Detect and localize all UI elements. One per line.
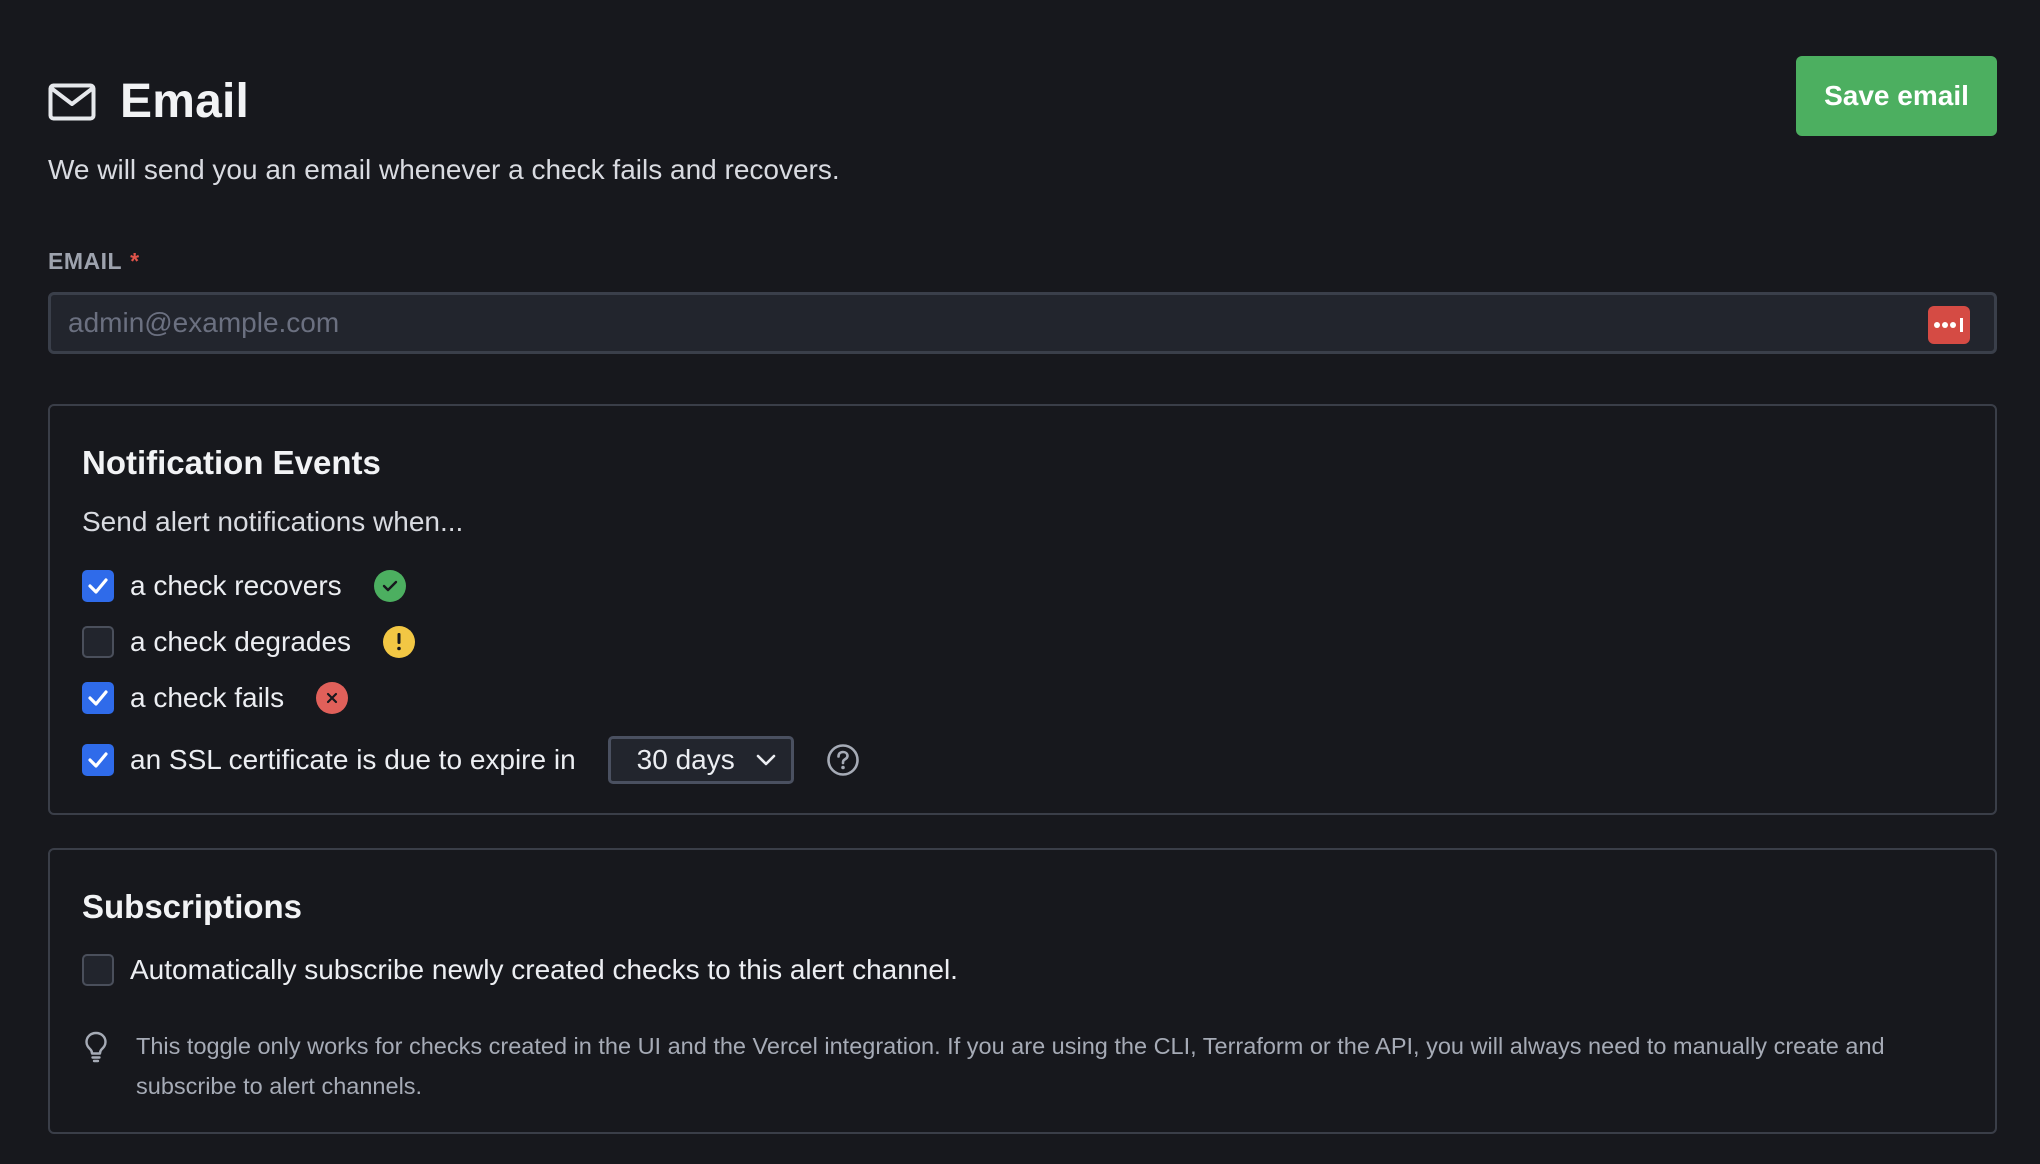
password-manager-icon[interactable] xyxy=(1928,306,1970,344)
warning-circle-icon xyxy=(383,626,416,658)
subscriptions-hint-text: This toggle only works for checks create… xyxy=(136,1033,1885,1099)
x-circle-icon xyxy=(316,682,349,714)
chevron-down-icon xyxy=(756,754,775,766)
auto-subscribe-label: Automatically subscribe newly created ch… xyxy=(130,954,958,985)
event-row-degrades: a check degrades xyxy=(82,622,416,662)
notification-events-title: Notification Events xyxy=(82,444,381,481)
notification-events-card: Notification Events Send alert notificat… xyxy=(48,404,1997,815)
recovers-checkbox[interactable] xyxy=(82,570,114,602)
ssl-expiry-select-value: 30 days xyxy=(636,744,735,775)
page-subtitle: We will send you an email whenever a che… xyxy=(48,154,840,185)
check-circle-icon xyxy=(373,570,406,602)
fails-label: a check fails xyxy=(130,682,285,713)
degrades-label: a check degrades xyxy=(130,626,352,657)
mail-icon xyxy=(48,83,96,120)
email-alert-channel-page: Email Save email We will send you an ema… xyxy=(0,0,2040,1164)
page-title: Email xyxy=(120,75,250,128)
auto-subscribe-checkbox[interactable] xyxy=(82,954,114,986)
auto-subscribe-row: Automatically subscribe newly created ch… xyxy=(82,950,958,990)
ssl-expiry-checkbox[interactable] xyxy=(82,744,114,776)
title-group: Email xyxy=(48,74,249,129)
degrades-checkbox[interactable] xyxy=(82,626,114,658)
event-row-ssl-expiry: an SSL certificate is due to expire in 3… xyxy=(82,734,860,786)
save-email-button[interactable]: Save email xyxy=(1796,56,1997,136)
email-field-label: EMAIL * xyxy=(48,248,140,275)
help-circle-icon[interactable] xyxy=(826,743,860,777)
event-row-fails: a check fails xyxy=(82,678,349,718)
email-field-wrapper xyxy=(48,292,1997,354)
event-row-recovers: a check recovers xyxy=(82,566,406,606)
subscriptions-title: Subscriptions xyxy=(82,888,303,925)
subscriptions-hint: This toggle only works for checks create… xyxy=(82,1026,1935,1106)
fails-checkbox[interactable] xyxy=(82,682,114,714)
lightbulb-icon xyxy=(85,1031,107,1063)
subscriptions-card: Subscriptions Automatically subscribe ne… xyxy=(48,848,1997,1134)
notification-events-subtitle: Send alert notifications when... xyxy=(82,506,464,537)
required-marker: * xyxy=(130,248,140,274)
ssl-expiry-label: an SSL certificate is due to expire in xyxy=(130,744,576,775)
email-label-text: EMAIL xyxy=(48,248,123,274)
page-header: Email Save email xyxy=(48,56,1997,136)
recovers-label: a check recovers xyxy=(130,570,342,601)
ssl-expiry-days-select[interactable]: 30 days xyxy=(607,736,794,784)
email-input[interactable] xyxy=(51,295,1994,351)
